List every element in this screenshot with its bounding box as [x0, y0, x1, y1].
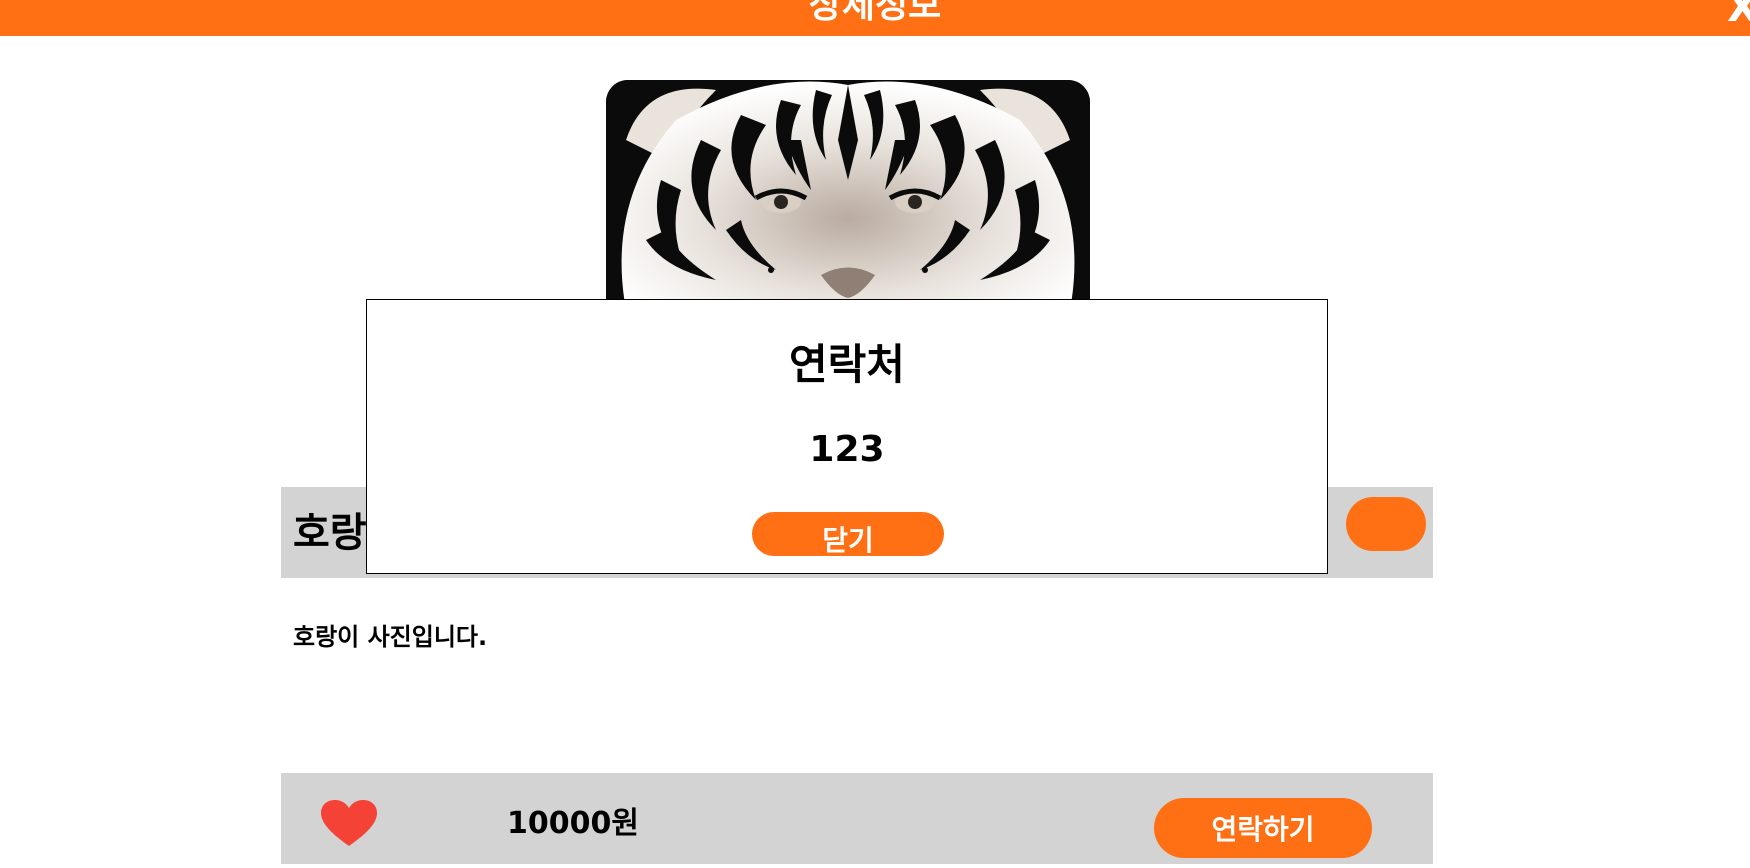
tiger-image: [606, 80, 1090, 300]
price-label: 10000원: [507, 806, 639, 841]
detail-page: 상세정보 X 호랑 호랑이 사진입니다. 10000원 연락하기 연락처 123…: [0, 0, 1750, 868]
header-bar: 상세정보 X: [0, 0, 1750, 36]
modal-contact-value: 123: [809, 429, 885, 470]
heart-icon[interactable]: [321, 800, 377, 848]
close-x-button[interactable]: X: [1727, 0, 1750, 28]
item-description: 호랑이 사진입니다.: [293, 623, 488, 651]
header-title: 상세정보: [808, 0, 942, 26]
contact-button[interactable]: 연락하기: [1154, 798, 1372, 858]
contact-modal: 연락처 123 닫기: [366, 299, 1328, 574]
tiger-photo-icon: [606, 80, 1090, 300]
modal-close-button[interactable]: 닫기: [752, 512, 944, 556]
bottom-action-bar: 10000원 연락하기: [281, 773, 1433, 864]
item-title: 호랑: [293, 510, 367, 556]
modal-title: 연락처: [789, 340, 905, 389]
title-row-action-button[interactable]: [1346, 497, 1426, 551]
